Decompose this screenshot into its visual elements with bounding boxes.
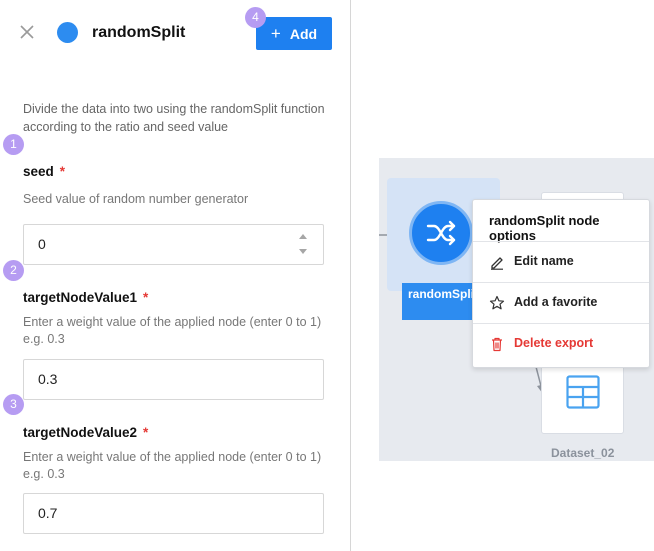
table-icon: [566, 375, 600, 409]
target-node-value1-label-text: targetNodeValue1: [23, 290, 138, 305]
close-icon[interactable]: [19, 24, 35, 40]
number-stepper[interactable]: [299, 233, 309, 257]
seed-input[interactable]: 0: [23, 224, 324, 265]
target-node-value1-input[interactable]: 0.3: [23, 359, 324, 400]
step-badge-3: 3: [3, 394, 24, 415]
shuffle-icon: [426, 220, 456, 246]
star-icon: [489, 295, 505, 310]
stepper-down-icon[interactable]: [299, 249, 307, 254]
stepper-up-icon[interactable]: [299, 234, 307, 239]
required-marker: *: [59, 164, 66, 179]
target-node-value1-value: 0.3: [38, 371, 58, 387]
seed-input-value: 0: [38, 236, 46, 252]
menu-item-label: Delete export: [514, 336, 594, 350]
seed-help-text: Seed value of random number generator: [23, 192, 249, 206]
target-node-value1-label: targetNodeValue1 *: [23, 290, 148, 305]
pencil-icon: [491, 257, 503, 270]
menu-item-edit-name[interactable]: Edit name: [473, 242, 649, 282]
menu-item-label: Add a favorite: [514, 295, 598, 309]
dataset-node-label: Dataset_02: [551, 446, 615, 460]
seed-label-text: seed: [23, 164, 54, 179]
required-marker: *: [143, 290, 149, 305]
seed-field-label: seed *: [23, 164, 65, 179]
random-split-node-label: randomSplit: [408, 287, 479, 301]
panel-description: Divide the data into two using the rando…: [23, 102, 325, 134]
target-node-value2-help-text: Enter a weight value of the applied node…: [23, 450, 322, 481]
required-marker: *: [143, 425, 149, 440]
target-node-value1-help-text: Enter a weight value of the applied node…: [23, 315, 322, 346]
node-options-menu: randomSplit node options Edit name Add a…: [472, 199, 650, 368]
target-node-value2-label: targetNodeValue2 *: [23, 425, 148, 440]
target-node-value2-value: 0.7: [38, 505, 58, 521]
random-split-node[interactable]: [409, 201, 473, 265]
add-button[interactable]: + Add: [256, 17, 332, 50]
node-color-dot: [57, 22, 78, 43]
menu-item-label: Edit name: [514, 254, 574, 268]
step-badge-4: 4: [245, 7, 266, 28]
step-badge-2: 2: [3, 260, 24, 281]
add-button-label: Add: [289, 25, 318, 42]
menu-title: randomSplit node options: [489, 213, 600, 243]
panel-title: randomSplit: [92, 24, 186, 41]
menu-item-delete-export[interactable]: Delete export: [473, 324, 649, 364]
target-node-value2-input[interactable]: 0.7: [23, 493, 324, 534]
plus-icon: +: [270, 24, 281, 43]
trash-icon: [492, 337, 502, 352]
menu-item-add-favorite[interactable]: Add a favorite: [473, 283, 649, 323]
node-settings-panel: randomSplit + Add Divide the data into t…: [0, 0, 351, 551]
target-node-value2-label-text: targetNodeValue2: [23, 425, 138, 440]
step-badge-1: 1: [3, 134, 24, 155]
